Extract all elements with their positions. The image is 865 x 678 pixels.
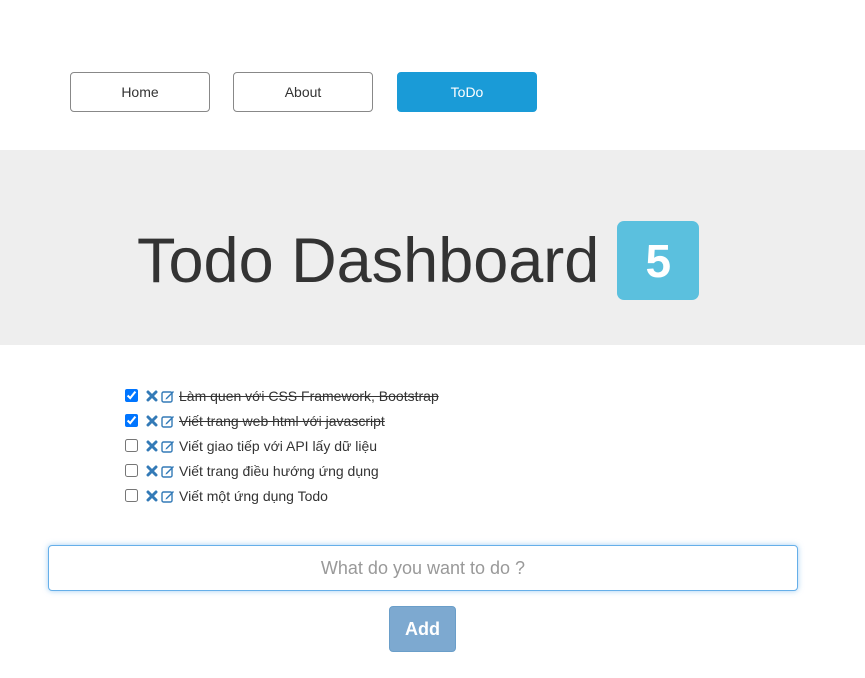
new-todo-input[interactable] bbox=[48, 545, 798, 591]
todo-text: Viết trang web html với javascript bbox=[179, 412, 385, 429]
todo-text: Viết một ứng dụng Todo bbox=[179, 487, 328, 504]
edit-icon[interactable] bbox=[161, 439, 175, 453]
add-button[interactable]: Add bbox=[389, 606, 456, 652]
delete-icon[interactable] bbox=[146, 465, 158, 477]
todo-item: Viết giao tiếp với API lấy dữ liệu bbox=[124, 433, 439, 458]
todo-checkbox[interactable] bbox=[125, 439, 138, 452]
todo-count-badge: 5 bbox=[617, 221, 700, 300]
todo-item: Viết trang điều hướng ứng dụng bbox=[124, 458, 439, 483]
todo-checkbox[interactable] bbox=[125, 464, 138, 477]
todo-list: Làm quen với CSS Framework, Bootstrap Vi… bbox=[124, 383, 439, 508]
todo-checkbox[interactable] bbox=[125, 489, 138, 502]
delete-icon[interactable] bbox=[146, 415, 158, 427]
edit-icon[interactable] bbox=[161, 389, 175, 403]
nav-home-button[interactable]: Home bbox=[70, 72, 210, 112]
todo-checkbox[interactable] bbox=[125, 389, 138, 402]
todo-item: Viết trang web html với javascript bbox=[124, 408, 439, 433]
page-title: Todo Dashboard bbox=[137, 225, 600, 296]
todo-item: Làm quen với CSS Framework, Bootstrap bbox=[124, 383, 439, 408]
todo-text: Làm quen với CSS Framework, Bootstrap bbox=[179, 387, 439, 404]
nav-about-button[interactable]: About bbox=[233, 72, 373, 112]
edit-icon[interactable] bbox=[161, 489, 175, 503]
todo-text: Viết giao tiếp với API lấy dữ liệu bbox=[179, 437, 378, 454]
delete-icon[interactable] bbox=[146, 440, 158, 452]
todo-item: Viết một ứng dụng Todo bbox=[124, 483, 439, 508]
delete-icon[interactable] bbox=[146, 390, 158, 402]
todo-checkbox[interactable] bbox=[125, 414, 138, 427]
todo-text: Viết trang điều hướng ứng dụng bbox=[179, 462, 379, 479]
dashboard-header: Todo Dashboard 5 bbox=[0, 150, 865, 345]
nav-todo-button[interactable]: ToDo bbox=[397, 72, 537, 112]
edit-icon[interactable] bbox=[161, 414, 175, 428]
delete-icon[interactable] bbox=[146, 490, 158, 502]
title-row: Todo Dashboard 5 bbox=[137, 221, 700, 300]
edit-icon[interactable] bbox=[161, 464, 175, 478]
